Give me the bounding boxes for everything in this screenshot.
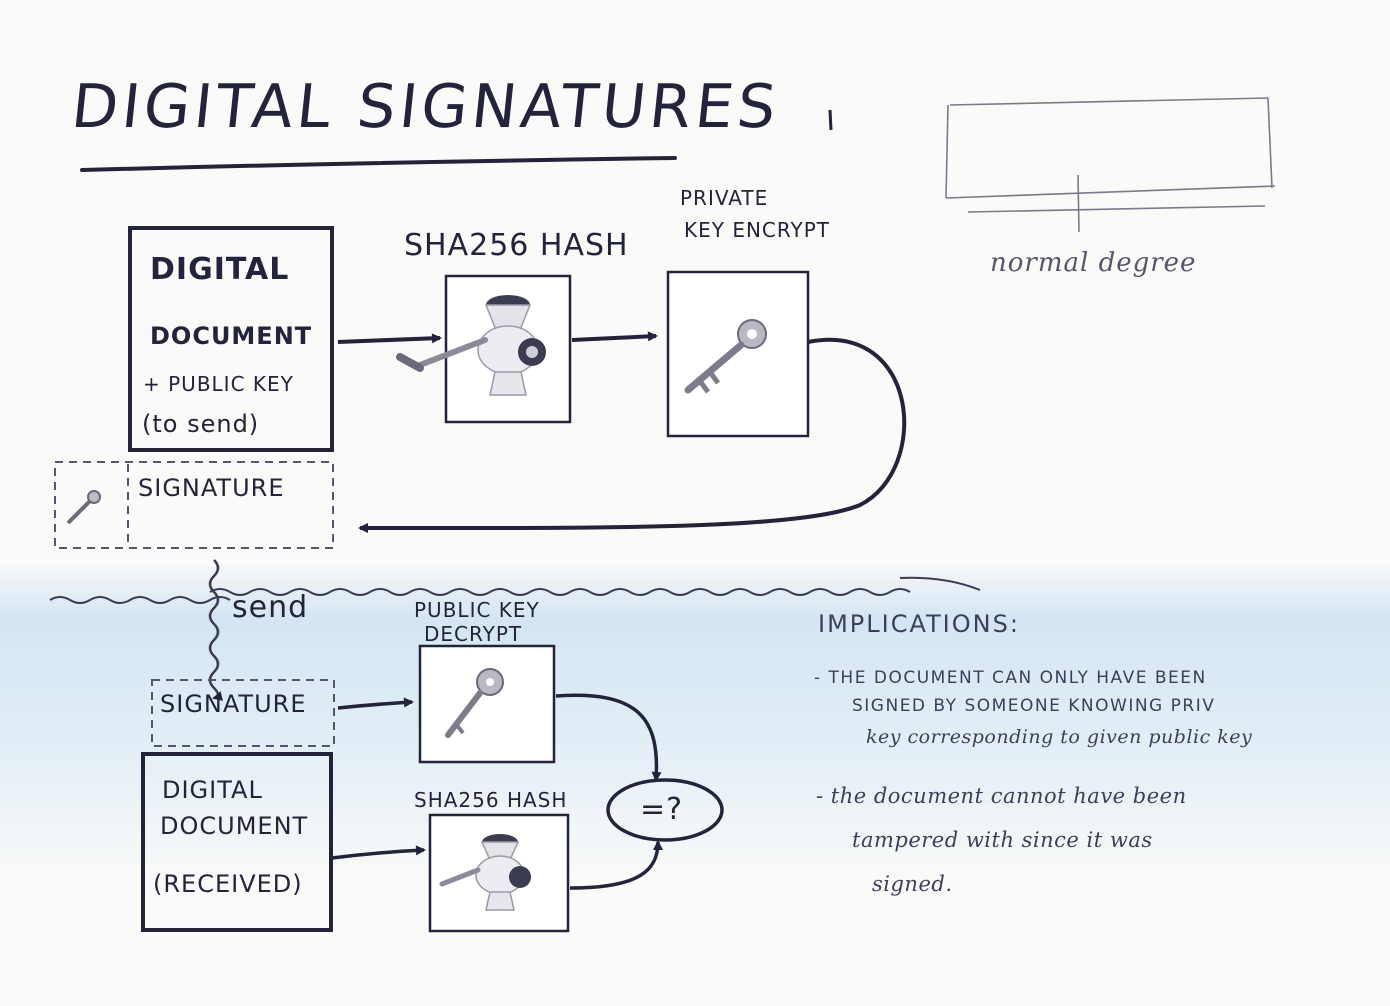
received-doc-line-1: DIGITAL	[162, 776, 263, 804]
page-title: DIGITAL SIGNATURES	[68, 72, 784, 142]
received-doc-line-2: DOCUMENT	[160, 812, 309, 840]
implication-2-line-3: signed.	[872, 872, 953, 896]
implication-1-line-2: SIGNED BY SOMEONE KNOWING PRIV	[852, 696, 1216, 716]
whiteboard: DIGITAL SIGNATURES DIGITAL DOCUMENT + PU…	[0, 0, 1390, 1006]
signature-key-icon	[66, 490, 101, 525]
arrow-encrypt-to-signature	[358, 337, 907, 534]
implication-1-line-1: - THE DOCUMENT CAN ONLY HAVE BEEN	[814, 668, 1207, 688]
implication-2-line-1: - the document cannot have been	[816, 784, 1187, 808]
title-underline	[80, 156, 677, 172]
network-wave-tail	[899, 576, 981, 591]
implication-1-line-3: key corresponding to given public key	[866, 726, 1253, 748]
received-sha256-label: SHA256 HASH	[414, 788, 568, 812]
arrow-hash-to-encrypt	[571, 331, 658, 342]
public-key-image-box	[418, 644, 556, 764]
tick-mark	[828, 109, 833, 131]
arrow-signature-to-decrypt	[337, 697, 414, 710]
send-label: send	[232, 590, 309, 625]
implication-2-line-2: tampered with since it was	[852, 828, 1153, 852]
normal-degree-sketch	[945, 97, 1276, 233]
normal-degree-label: normal degree	[990, 248, 1197, 278]
compare-label: =?	[640, 792, 684, 827]
send-arrow	[208, 559, 223, 701]
arrow-doc-to-hash	[337, 333, 442, 344]
doc-line-2: DOCUMENT	[150, 322, 313, 350]
signature-label: SIGNATURE	[138, 474, 285, 502]
received-doc-line-3: (RECEIVED)	[153, 870, 303, 898]
sha256-hash-label: SHA256 HASH	[404, 228, 629, 263]
arrow-hash-to-compare	[569, 840, 663, 890]
arrow-decrypt-to-compare	[555, 693, 662, 782]
doc-line-4: (to send)	[142, 410, 260, 438]
public-key-label-line-2: DECRYPT	[424, 622, 523, 646]
public-key-label-line-1: PUBLIC KEY	[414, 598, 540, 622]
private-key-label-line-2: KEY ENCRYPT	[684, 218, 830, 242]
arrow-received-to-hash	[331, 845, 426, 860]
private-key-label-line-1: PRIVATE	[680, 186, 769, 210]
diagram-canvas	[49, 97, 1276, 933]
doc-line-3: + PUBLIC KEY	[143, 372, 294, 396]
private-key-image-box	[666, 270, 810, 438]
doc-line-1: DIGITAL	[150, 252, 290, 287]
received-signature-label: SIGNATURE	[160, 690, 307, 718]
implications-heading: IMPLICATIONS:	[818, 610, 1020, 638]
